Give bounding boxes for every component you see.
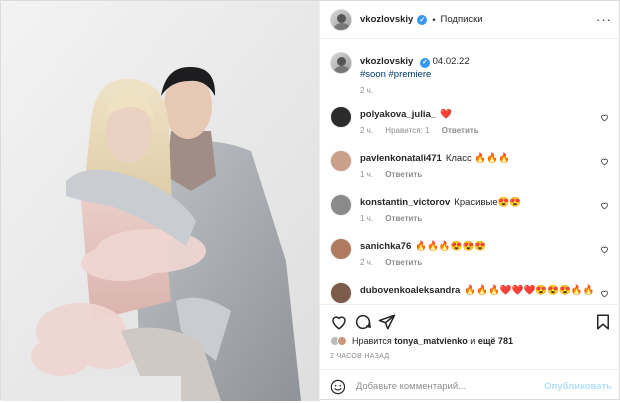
reply-button[interactable]: Ответить [442, 126, 479, 135]
commenter-username[interactable]: dubovenkoaleksandra [360, 285, 460, 296]
liker-avatar [337, 336, 347, 346]
caption-time: 2 ч. [360, 86, 374, 95]
likes-count[interactable]: ещё 781 [478, 336, 513, 346]
caption-author-avatar[interactable] [330, 52, 352, 74]
commenter-username[interactable]: pavlenkonatali471 [360, 153, 442, 164]
commenter-username[interactable]: konstantin_victorov [360, 197, 450, 208]
commenter-avatar[interactable] [330, 150, 352, 172]
reply-button[interactable]: Ответить [385, 258, 422, 267]
post-sidebar: vkozlovskiy ✓ • Подписки ··· vkozlovskiy… [319, 1, 620, 401]
paper-plane-icon[interactable] [378, 313, 396, 331]
comment-time: 2 ч. [360, 126, 374, 135]
following-button[interactable]: Подписки [441, 14, 483, 25]
liker-username[interactable]: tonya_matvienko [394, 336, 468, 346]
comment-time: 1 ч. [360, 170, 374, 179]
heart-icon[interactable] [330, 313, 348, 331]
comment-time: 1 ч. [360, 214, 374, 223]
comment-time: 2 ч. [360, 258, 374, 267]
bookmark-icon[interactable] [594, 313, 612, 331]
comment-line: konstantin_victorov Красивые😍😍 [360, 197, 521, 208]
comment-item: pavlenkonatali471 Класс 🔥🔥🔥 1 ч. Ответить [330, 150, 615, 190]
comment-line: pavlenkonatali471 Класс 🔥🔥🔥 [360, 153, 510, 164]
action-icons [330, 313, 612, 333]
comment-meta: 2 ч. Ответить [360, 258, 432, 267]
separator-dot: • [432, 14, 436, 25]
heart-icon[interactable] [600, 157, 609, 166]
commenter-avatar[interactable] [330, 282, 352, 304]
commenter-avatar[interactable] [330, 238, 352, 260]
post-actions: Нравится tonya_matvienko и ещё 781 2 ЧАС… [320, 304, 620, 402]
likes-prefix: Нравится [352, 336, 392, 346]
heart-icon[interactable] [600, 113, 609, 122]
commenter-username[interactable]: sanichka76 [360, 241, 411, 252]
comment-text: 🔥🔥🔥❤️❤️❤️😍😍😍🔥🔥 [464, 285, 595, 296]
verified-badge-icon: ✓ [417, 14, 428, 25]
comment-icon[interactable] [354, 313, 372, 331]
heart-icon[interactable] [600, 289, 609, 298]
commenter-username[interactable]: polyakova_julia_ [360, 109, 436, 120]
comment-text: ❤️ [440, 109, 452, 120]
reply-button[interactable]: Ответить [385, 170, 422, 179]
likes-middle: и [470, 336, 476, 346]
commenter-avatar[interactable] [330, 106, 352, 128]
comment-text: Красивые😍😍 [454, 197, 522, 208]
more-options-icon[interactable]: ··· [596, 13, 612, 26]
reply-button[interactable]: Ответить [385, 214, 422, 223]
comments-list[interactable]: vkozlovskiy ✓ 04.02.22 #soon #premiere 2… [320, 40, 620, 304]
comment-meta: 1 ч. Ответить [360, 214, 432, 223]
smiley-icon[interactable] [330, 379, 346, 395]
comment-line: polyakova_julia_ ❤️ [360, 109, 452, 120]
comment-item: sanichka76 🔥🔥🔥😍😍😍 2 ч. Ответить [330, 238, 615, 278]
comment-meta: 1 ч. Ответить [360, 170, 432, 179]
instagram-post: vkozlovskiy ✓ • Подписки ··· vkozlovskiy… [0, 0, 620, 401]
post-header: vkozlovskiy ✓ • Подписки ··· [320, 1, 620, 39]
heart-icon[interactable] [600, 201, 609, 210]
caption-date: 04.02.22 [432, 56, 470, 67]
comment-item: konstantin_victorov Красивые😍😍 1 ч. Ответ… [330, 194, 615, 234]
comment-item: polyakova_julia_ ❤️ 2 ч. Нравится: 1 Отве… [330, 106, 615, 146]
caption-author[interactable]: vkozlovskiy [360, 56, 413, 67]
commenter-avatar[interactable] [330, 194, 352, 216]
author-username[interactable]: vkozlovskiy [360, 14, 413, 25]
comment-input[interactable] [355, 381, 545, 392]
publish-button[interactable]: Опубликовать [544, 381, 612, 392]
comment-likes[interactable]: Нравится: 1 [385, 126, 429, 135]
comment-line: dubovenkoaleksandra 🔥🔥🔥❤️❤️❤️😍😍😍🔥🔥 [360, 285, 594, 296]
comment-meta: 2 ч. Нравится: 1 Ответить [360, 126, 489, 135]
comment-line: sanichka76 🔥🔥🔥😍😍😍 [360, 241, 486, 252]
comment-text: 🔥🔥🔥😍😍😍 [415, 241, 487, 252]
comment-text: Класс 🔥🔥🔥 [445, 153, 510, 164]
comment-item: dubovenkoaleksandra 🔥🔥🔥❤️❤️❤️😍😍😍🔥🔥 [330, 282, 615, 304]
caption-hashtags[interactable]: #soon #premiere [360, 69, 431, 80]
photo-illustration [1, 1, 319, 401]
likes-text: Нравится tonya_matvienko и ещё 781 [352, 336, 513, 346]
author-avatar[interactable] [330, 8, 352, 31]
heart-icon[interactable] [600, 245, 609, 254]
add-comment-bar: Опубликовать [320, 369, 620, 403]
likes-summary: Нравится tonya_matvienko и ещё 781 [330, 336, 513, 346]
post-timestamp[interactable]: 2 ЧАСОВ НАЗАД [330, 353, 389, 360]
caption-text: vkozlovskiy ✓ 04.02.22 #soon #premiere [360, 55, 470, 81]
post-photo[interactable] [1, 1, 319, 401]
verified-badge-icon: ✓ [419, 57, 430, 68]
